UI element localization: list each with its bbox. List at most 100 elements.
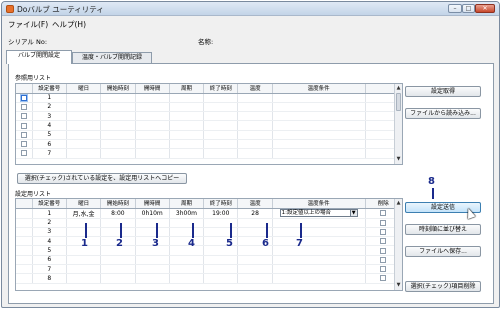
open-duration-cell[interactable]: 0h10m bbox=[135, 208, 170, 219]
delete-checkbox[interactable] bbox=[380, 228, 387, 235]
table-row[interactable]: 4 bbox=[16, 236, 402, 247]
column-header[interactable] bbox=[16, 84, 33, 94]
table-row[interactable]: 2 bbox=[16, 218, 402, 228]
temperature-cell[interactable]: 28 bbox=[237, 208, 273, 219]
sort-by-time-button[interactable]: 時刻順に並び替え bbox=[405, 224, 481, 235]
table-row[interactable]: 3 bbox=[16, 111, 402, 122]
callout-1: 1 bbox=[81, 238, 88, 249]
setting-number: 2 bbox=[32, 102, 67, 113]
table-row[interactable]: 3 bbox=[16, 227, 402, 238]
delete-checkbox[interactable] bbox=[380, 266, 387, 273]
callout-line bbox=[120, 223, 122, 238]
start-time-cell[interactable]: 8:00 bbox=[100, 208, 136, 219]
table-row[interactable]: 8 bbox=[16, 273, 402, 284]
delete-checkbox[interactable] bbox=[380, 247, 387, 254]
delete-checkbox[interactable] bbox=[380, 238, 387, 245]
scroll-up-icon[interactable]: ▲ bbox=[395, 85, 402, 92]
copy-to-setting-list-button[interactable]: 選択(チェック)されている設定を、設定用リストへコピー bbox=[17, 173, 187, 184]
tab-valve-settings[interactable]: バルブ開閉設定 bbox=[6, 50, 72, 64]
callout-line bbox=[432, 188, 434, 199]
row-checkbox[interactable] bbox=[20, 122, 27, 129]
row-checkbox[interactable] bbox=[20, 103, 27, 110]
column-header[interactable]: 設定番号 bbox=[32, 84, 67, 94]
column-header[interactable]: 温度条件 bbox=[272, 84, 366, 94]
minimize-button[interactable]: – bbox=[448, 4, 462, 13]
reference-list-scrollbar[interactable]: ▲ ▼ bbox=[394, 84, 402, 164]
callout-2: 2 bbox=[116, 238, 123, 249]
callout-line bbox=[156, 223, 158, 238]
column-header[interactable]: 設定番号 bbox=[32, 199, 67, 209]
delete-checkbox[interactable] bbox=[380, 275, 387, 282]
delete-checkbox[interactable] bbox=[380, 256, 387, 263]
tab-panel: 参照用リスト 設定番号 曜日 開始時刻 開時間 周期 終了時刻 温度 温度条件 bbox=[8, 63, 494, 304]
row-checkbox[interactable] bbox=[20, 94, 27, 101]
column-header[interactable]: 開始時刻 bbox=[100, 84, 136, 94]
row-checkbox[interactable] bbox=[20, 150, 27, 157]
column-header[interactable]: 曜日 bbox=[66, 84, 102, 94]
setting-number: 6 bbox=[32, 255, 67, 266]
column-header[interactable]: 開時間 bbox=[135, 84, 170, 94]
end-time-cell[interactable]: 19:00 bbox=[203, 208, 239, 219]
callout-line bbox=[85, 223, 87, 238]
table-row[interactable]: 7 bbox=[16, 264, 402, 275]
scroll-down-icon[interactable]: ▼ bbox=[395, 156, 402, 163]
row-checkbox[interactable] bbox=[20, 113, 27, 120]
delete-checkbox[interactable] bbox=[380, 219, 387, 226]
menu-bar: ファイル(F) ヘルプ(H) bbox=[2, 16, 499, 29]
table-row[interactable]: 2 bbox=[16, 102, 402, 113]
setting-number: 4 bbox=[32, 120, 67, 131]
close-button[interactable]: ✕ bbox=[475, 4, 495, 13]
chevron-down-icon[interactable]: ▼ bbox=[349, 210, 357, 216]
cycle-cell[interactable]: 3h00m bbox=[169, 208, 205, 219]
serial-label: シリアル No: bbox=[8, 38, 48, 46]
setting-number: 4 bbox=[32, 236, 67, 247]
column-header[interactable]: 温度条件 bbox=[272, 199, 366, 209]
temperature-condition-select[interactable]: 1:設定値以上の場合 ▼ bbox=[279, 209, 358, 217]
table-row[interactable]: 1 月,水,金 8:00 0h10m 3h00m 19:00 28 1:設定値以… bbox=[16, 208, 402, 219]
load-from-file-button[interactable]: ファイルから読み込み... bbox=[405, 108, 481, 119]
callout-5: 5 bbox=[226, 238, 233, 249]
column-header[interactable]: 終了時刻 bbox=[203, 84, 239, 94]
name-label: 名称: bbox=[198, 38, 214, 46]
reference-list-grid: 設定番号 曜日 開始時刻 開時間 周期 終了時刻 温度 温度条件 1 2 3 4… bbox=[15, 83, 403, 165]
setting-number: 7 bbox=[32, 264, 67, 275]
get-settings-button[interactable]: 設定取得 bbox=[405, 86, 481, 97]
table-row[interactable]: 6 bbox=[16, 255, 402, 266]
table-row[interactable]: 1 bbox=[16, 93, 402, 103]
callout-3: 3 bbox=[152, 238, 159, 249]
table-row[interactable]: 7 bbox=[16, 148, 402, 159]
save-to-file-button[interactable]: ファイルへ保存... bbox=[405, 246, 481, 257]
table-row[interactable]: 5 bbox=[16, 130, 402, 141]
delete-checkbox[interactable] bbox=[380, 210, 387, 216]
column-header[interactable]: 周期 bbox=[169, 199, 205, 209]
column-header[interactable]: 開始時刻 bbox=[100, 199, 136, 209]
tab-temperature-records[interactable]: 温度・バルブ開閉記録 bbox=[72, 52, 152, 63]
row-checkbox[interactable] bbox=[20, 131, 27, 138]
app-window: Doバルブ ユーティリティ – □ ✕ ファイル(F) ヘルプ(H) シリアル … bbox=[1, 1, 500, 308]
weekday-cell[interactable]: 月,水,金 bbox=[66, 208, 102, 219]
column-header[interactable]: 終了時刻 bbox=[203, 199, 239, 209]
scroll-down-icon[interactable]: ▼ bbox=[395, 282, 402, 289]
table-row[interactable]: 5 bbox=[16, 245, 402, 256]
setting-number: 6 bbox=[32, 139, 67, 150]
table-row[interactable]: 4 bbox=[16, 120, 402, 131]
setting-list-scrollbar[interactable]: ▲ ▼ bbox=[394, 199, 402, 290]
column-header[interactable]: 温度 bbox=[237, 84, 273, 94]
title-bar[interactable]: Doバルブ ユーティリティ – □ ✕ bbox=[2, 2, 499, 16]
menu-file[interactable]: ファイル(F) bbox=[8, 19, 48, 30]
column-header[interactable]: 温度 bbox=[237, 199, 273, 209]
scroll-thumb[interactable] bbox=[396, 93, 401, 111]
callout-line bbox=[230, 223, 232, 238]
table-row[interactable]: 6 bbox=[16, 139, 402, 150]
menu-help[interactable]: ヘルプ(H) bbox=[52, 19, 86, 30]
row-checkbox[interactable] bbox=[20, 141, 27, 148]
column-header[interactable]: 曜日 bbox=[66, 199, 102, 209]
column-header[interactable]: 周期 bbox=[169, 84, 205, 94]
scroll-up-icon[interactable]: ▲ bbox=[395, 200, 402, 207]
column-header[interactable]: 開時間 bbox=[135, 199, 170, 209]
delete-checked-button[interactable]: 選択(チェック)項目削除 bbox=[405, 281, 481, 292]
maximize-button[interactable]: □ bbox=[462, 4, 475, 13]
callout-6: 6 bbox=[262, 238, 269, 249]
column-header[interactable] bbox=[16, 199, 33, 209]
callout-line bbox=[266, 223, 268, 238]
